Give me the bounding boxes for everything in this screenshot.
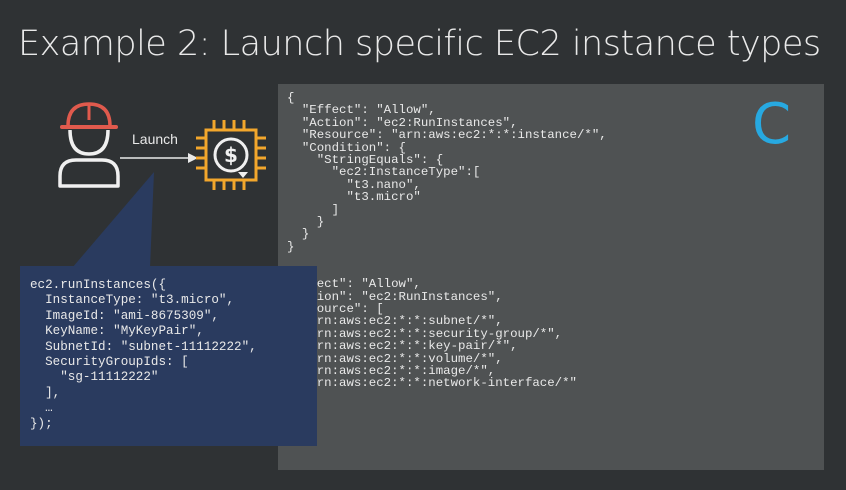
svg-text:$: $ [224, 143, 238, 167]
arrow-right-icon [120, 153, 198, 163]
launch-label: Launch [132, 131, 178, 147]
ec2-instance-dollar-icon: $ [196, 120, 266, 190]
api-call-snippet-code: ec2.runInstances({ InstanceType: "t3.mic… [30, 278, 257, 431]
user-with-hardhat-icon [58, 102, 120, 188]
